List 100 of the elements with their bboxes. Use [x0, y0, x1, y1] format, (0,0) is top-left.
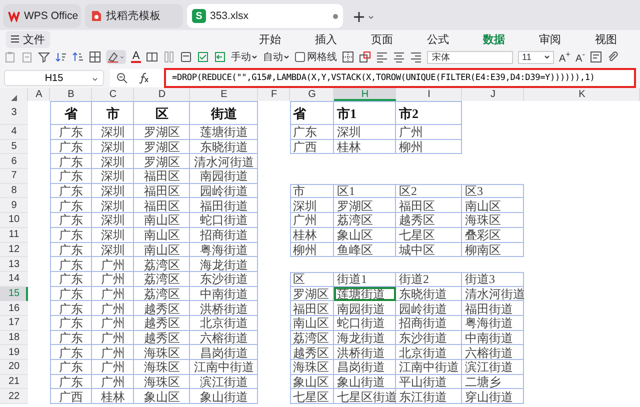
caret-icon[interactable] [544, 54, 550, 60]
row-header[interactable]: 5 [0, 140, 28, 154]
column-header[interactable]: B [50, 88, 92, 101]
wrap-icon[interactable] [590, 51, 602, 63]
table-cell[interactable]: 园岭街道 [396, 301, 462, 316]
table-cell[interactable]: 省 [290, 101, 334, 125]
table-cell[interactable]: 深圳 [92, 140, 134, 154]
row-header[interactable]: 10 [0, 213, 28, 228]
add-tab-icon[interactable] [353, 11, 365, 23]
table-cell[interactable]: 深圳 [92, 125, 134, 140]
table-cell[interactable]: 象山区 [334, 228, 396, 242]
column-header[interactable]: E [190, 88, 258, 101]
table-cell[interactable]: 荔湾区 [290, 330, 334, 346]
table-cell[interactable]: 广西 [290, 140, 334, 154]
table-cell[interactable]: 广东 [50, 140, 92, 154]
table-cell[interactable]: 二塘乡 [462, 374, 524, 390]
table-cell[interactable]: 广东 [50, 213, 92, 228]
row-header[interactable]: 18 [0, 330, 28, 346]
table-cell[interactable]: 洪桥街道 [190, 301, 258, 316]
table-cell[interactable]: 广州 [92, 345, 134, 360]
table-cell[interactable]: 广东 [50, 374, 92, 390]
table-cell[interactable]: 象山街道 [334, 374, 396, 390]
table-cell[interactable]: 广东 [50, 316, 92, 331]
table-cell[interactable]: 荔湾区 [334, 213, 396, 228]
table-cell[interactable]: 罗湖区 [134, 154, 190, 170]
table-cell[interactable]: 广州 [92, 330, 134, 346]
table-cell[interactable]: 广州 [92, 286, 134, 302]
table-cell[interactable]: 江南中街道 [396, 360, 462, 375]
table-cell[interactable]: 深圳 [92, 154, 134, 170]
split-cells-icon[interactable] [146, 51, 158, 63]
table-cell[interactable]: 穿山街道 [462, 389, 524, 404]
table-cell[interactable]: 广州 [92, 360, 134, 375]
table-cell[interactable]: 昌岗街道 [334, 360, 396, 375]
table-cell[interactable]: 省 [50, 101, 92, 125]
ribbon-tab[interactable]: 插入 [298, 32, 354, 46]
decrease-font-button[interactable]: A$^{-}$ [576, 49, 585, 65]
table-cell[interactable]: 桂林 [290, 228, 334, 242]
table-cell[interactable]: 南山区 [134, 213, 190, 228]
row-header[interactable]: 20 [0, 360, 28, 375]
caret-icon[interactable] [283, 54, 290, 60]
table-cell[interactable]: 南园街道 [190, 169, 258, 184]
table-cell[interactable]: 柳州 [396, 140, 462, 154]
table-cell[interactable]: 深圳 [92, 242, 134, 258]
table-cell[interactable]: 七星区 [290, 389, 334, 404]
font-field[interactable]: 宋体 [427, 50, 513, 64]
table-cell[interactable]: 广东 [50, 125, 92, 140]
row-header[interactable]: 9 [0, 198, 28, 214]
document-tab[interactable]: WPS Office [3, 4, 81, 28]
table-cell[interactable]: 罗湖区 [290, 286, 334, 302]
align-left-icon[interactable] [376, 51, 388, 63]
row-header[interactable]: 11 [0, 228, 28, 242]
table-cell[interactable]: 区2 [396, 184, 462, 198]
column-header[interactable]: F [258, 88, 290, 101]
column-header[interactable]: D [134, 88, 190, 101]
table-cell[interactable]: 深圳 [92, 169, 134, 184]
table-cell[interactable]: 广东 [50, 286, 92, 302]
table-cell[interactable]: 越秀区 [134, 330, 190, 346]
table-cell[interactable]: 福田区 [134, 169, 190, 184]
table-cell[interactable]: 象山区 [290, 374, 334, 390]
table-cell[interactable]: 福田区 [396, 198, 462, 214]
sort-ascending-icon[interactable] [55, 51, 67, 63]
table-cell[interactable]: 福田区 [290, 301, 334, 316]
table-cell[interactable]: 桂林 [334, 140, 396, 154]
row-header[interactable]: 22 [0, 389, 28, 404]
table-cell[interactable]: 柳州 [290, 242, 334, 258]
ribbon-tab[interactable]: 审阅 [522, 32, 578, 46]
manual-dropdown[interactable]: 手动 [231, 50, 258, 64]
font-color-button[interactable]: A [131, 51, 141, 63]
table-cell[interactable]: 清水河街道 [462, 286, 524, 302]
table-cell[interactable]: 荔湾区 [134, 257, 190, 272]
sort-descending-icon[interactable] [72, 51, 84, 63]
table-cell[interactable]: 罗湖区 [134, 125, 190, 140]
table-cell[interactable]: 洪桥街道 [334, 345, 396, 360]
table-cell[interactable]: 广东 [50, 330, 92, 346]
table-cell[interactable]: 广东 [50, 301, 92, 316]
table-cell[interactable]: 越秀区 [396, 213, 462, 228]
zoom-icon[interactable] [116, 72, 128, 84]
table-cell[interactable]: 街道 [190, 101, 258, 125]
table-cell[interactable]: 柳南区 [462, 242, 524, 258]
table-cell[interactable]: 广东 [50, 184, 92, 198]
table-cell[interactable]: 深圳 [92, 184, 134, 198]
table-cell[interactable]: 广东 [50, 198, 92, 214]
table-cell[interactable]: 东沙街道 [190, 272, 258, 287]
table-cell[interactable]: 深圳 [92, 198, 134, 214]
row-header[interactable]: 14 [0, 272, 28, 287]
clipboard-icon[interactable] [4, 51, 16, 63]
cell-reference-field[interactable]: H15 [4, 70, 104, 86]
table-cell[interactable]: 海珠区 [462, 213, 524, 228]
menu-icon[interactable] [11, 35, 19, 43]
table-cell[interactable]: 广东 [50, 360, 92, 375]
table-cell[interactable]: 广西 [50, 389, 92, 404]
table-cell[interactable]: 深圳 [92, 213, 134, 228]
table-cell[interactable]: 广东 [290, 125, 334, 140]
table-cell[interactable]: 南山区 [462, 198, 524, 214]
row-header[interactable]: 13 [0, 257, 28, 272]
file-menu-button[interactable]: 文件 [6, 30, 50, 48]
table-cell[interactable]: 市2 [396, 101, 462, 125]
table-cell[interactable]: 招商街道 [396, 316, 462, 331]
table-cell[interactable]: 海珠区 [134, 374, 190, 390]
table-cell[interactable]: 街道3 [462, 272, 524, 287]
